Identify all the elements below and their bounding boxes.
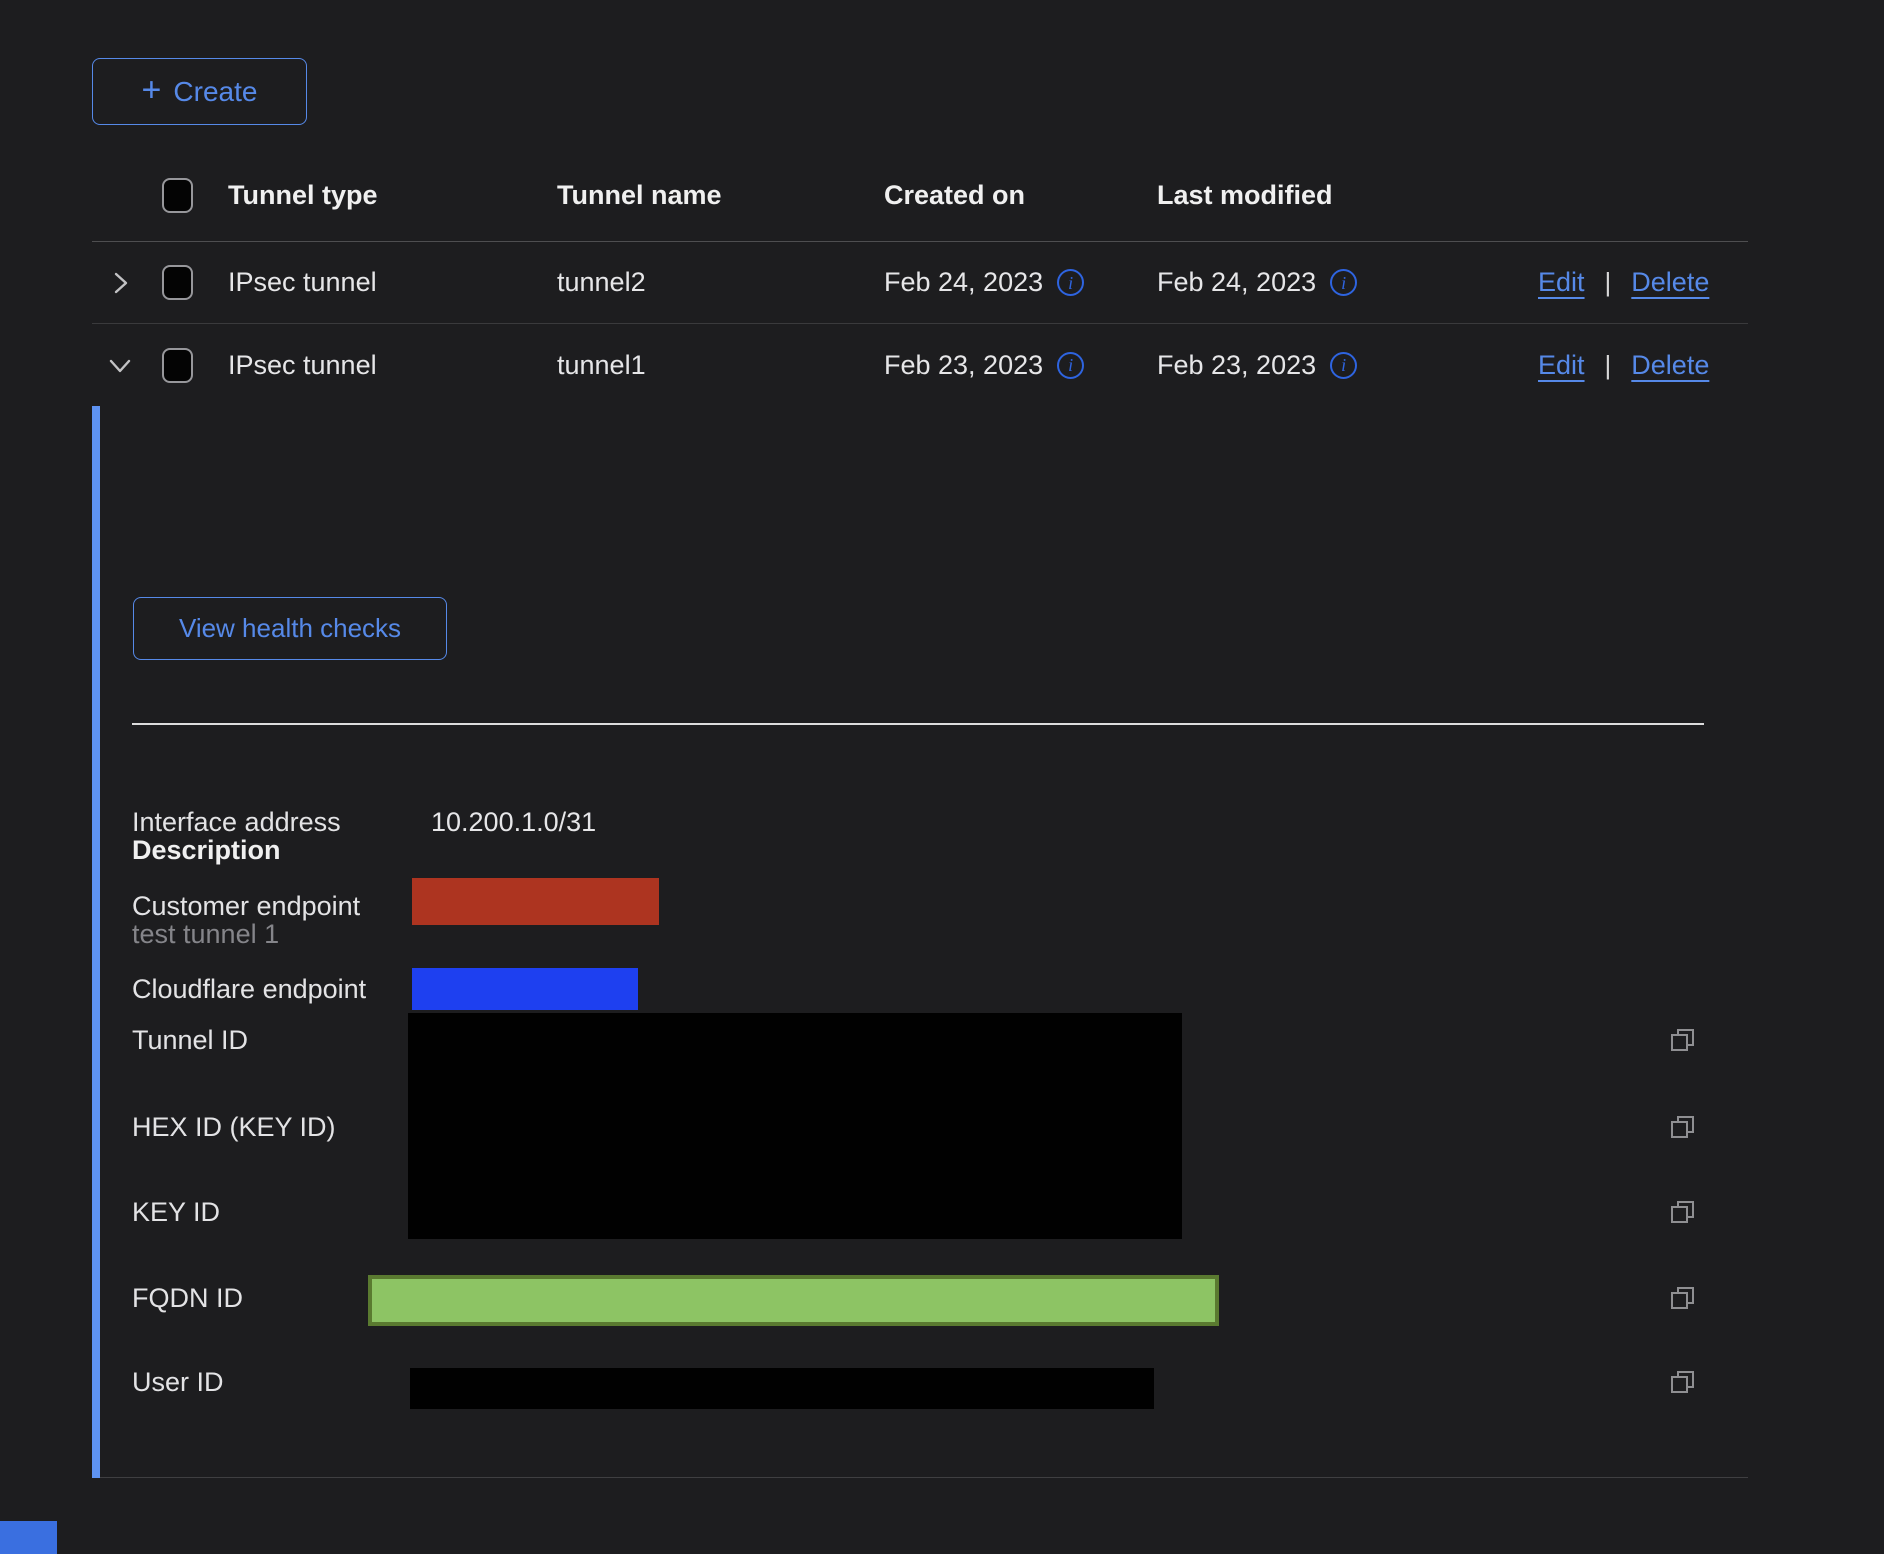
chevron-right-icon xyxy=(107,270,133,296)
key-id-label: KEY ID xyxy=(132,1194,220,1230)
bottom-left-accent-bar xyxy=(0,1521,57,1554)
column-header-tunnel-type: Tunnel type xyxy=(228,180,378,211)
plus-icon: + xyxy=(142,73,162,107)
tunnel-name-cell: tunnel2 xyxy=(557,267,646,298)
last-modified-cell: Feb 23, 2023 xyxy=(1157,350,1316,381)
edit-link[interactable]: Edit xyxy=(1538,350,1585,381)
delete-link[interactable]: Delete xyxy=(1631,267,1709,298)
panel-accent-bar xyxy=(92,406,100,1478)
info-icon[interactable]: i xyxy=(1330,269,1357,296)
created-on-cell: Feb 23, 2023 xyxy=(884,350,1043,381)
info-icon[interactable]: i xyxy=(1330,352,1357,379)
action-separator: | xyxy=(1605,350,1612,381)
info-icon[interactable]: i xyxy=(1057,269,1084,296)
copy-icon xyxy=(1668,1284,1696,1312)
view-health-checks-button[interactable]: View health checks xyxy=(133,597,447,660)
select-all-checkbox[interactable] xyxy=(162,178,193,213)
table-header-row: Tunnel type Tunnel name Created on Last … xyxy=(92,150,1748,242)
create-button-label: Create xyxy=(173,76,257,108)
collapse-row-button[interactable] xyxy=(107,352,133,378)
copy-key-id-button[interactable] xyxy=(1668,1198,1696,1226)
chevron-down-icon xyxy=(107,352,133,378)
row-checkbox[interactable] xyxy=(162,265,193,300)
user-id-redaction xyxy=(410,1368,1154,1409)
cloudflare-endpoint-redaction xyxy=(412,968,638,1010)
column-header-created-on: Created on xyxy=(884,180,1025,211)
cloudflare-endpoint-label: Cloudflare endpoint xyxy=(132,971,366,1007)
table-row: IPsec tunnel tunnel1 Feb 23, 2023 i Feb … xyxy=(92,324,1748,406)
tunnel-type-cell: IPsec tunnel xyxy=(228,350,377,381)
fqdn-id-redaction xyxy=(368,1275,1219,1326)
panel-divider xyxy=(132,723,1704,725)
delete-link[interactable]: Delete xyxy=(1631,350,1709,381)
customer-endpoint-redaction xyxy=(412,878,659,925)
expand-row-button[interactable] xyxy=(107,270,133,296)
copy-hex-id-button[interactable] xyxy=(1668,1113,1696,1141)
tunnel-id-label: Tunnel ID xyxy=(132,1022,248,1058)
user-id-label: User ID xyxy=(132,1364,224,1400)
copy-user-id-button[interactable] xyxy=(1668,1368,1696,1396)
column-header-tunnel-name: Tunnel name xyxy=(557,180,722,211)
column-header-last-modified: Last modified xyxy=(1157,180,1333,211)
edit-link[interactable]: Edit xyxy=(1538,267,1585,298)
tunnels-page: + Create Tunnel type Tunnel name Created… xyxy=(0,0,1884,1554)
copy-icon xyxy=(1668,1026,1696,1054)
last-modified-cell: Feb 24, 2023 xyxy=(1157,267,1316,298)
copy-icon xyxy=(1668,1368,1696,1396)
interface-address-label: Interface address xyxy=(132,804,341,840)
created-on-cell: Feb 24, 2023 xyxy=(884,267,1043,298)
create-button[interactable]: + Create xyxy=(92,58,307,125)
row-checkbox[interactable] xyxy=(162,348,193,383)
customer-endpoint-label: Customer endpoint xyxy=(132,888,360,924)
hex-id-label: HEX ID (KEY ID) xyxy=(132,1109,336,1145)
action-separator: | xyxy=(1605,267,1612,298)
tunnel-details-panel: Description test tunnel 1 View health ch… xyxy=(92,406,1748,1478)
copy-icon xyxy=(1668,1198,1696,1226)
tunnel-id-redaction xyxy=(408,1013,1182,1239)
interface-address-value: 10.200.1.0/31 xyxy=(431,804,596,840)
fqdn-id-label: FQDN ID xyxy=(132,1280,243,1316)
copy-tunnel-id-button[interactable] xyxy=(1668,1026,1696,1054)
copy-icon xyxy=(1668,1113,1696,1141)
info-icon[interactable]: i xyxy=(1057,352,1084,379)
tunnel-name-cell: tunnel1 xyxy=(557,350,646,381)
table-row: IPsec tunnel tunnel2 Feb 24, 2023 i Feb … xyxy=(92,242,1748,324)
tunnel-type-cell: IPsec tunnel xyxy=(228,267,377,298)
copy-fqdn-id-button[interactable] xyxy=(1668,1284,1696,1312)
